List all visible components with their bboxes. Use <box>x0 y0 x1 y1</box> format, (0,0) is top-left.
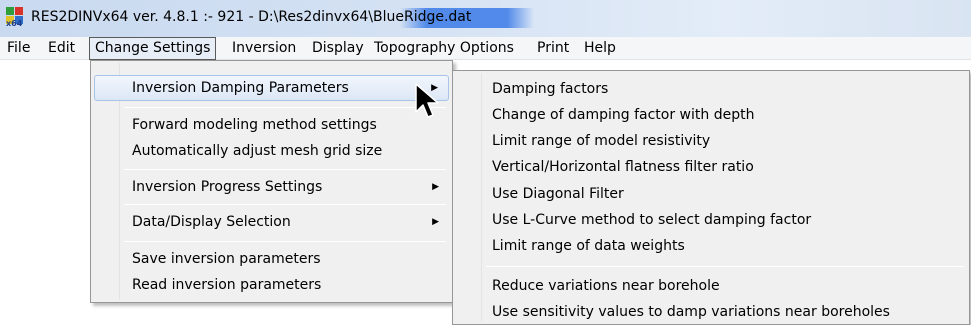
menu-item-inversion-damping-parameters[interactable]: Inversion Damping Parameters ▶ <box>94 75 449 101</box>
menu-print[interactable]: Print <box>532 37 574 60</box>
menu-bar: File Edit Change Settings Inversion Disp… <box>0 37 971 60</box>
menu-separator <box>124 107 446 108</box>
menu-separator <box>486 266 964 267</box>
submenu-item-reduce-variations-borehole[interactable]: Reduce variations near borehole <box>456 273 966 299</box>
submenu-item-sensitivity-damp-boreholes[interactable]: Use sensitivity values to damp variation… <box>456 299 966 325</box>
submenu-item-label: Change of damping factor with depth <box>492 107 755 123</box>
submenu-item-label: Limit range of data weights <box>492 238 685 254</box>
menu-help[interactable]: Help <box>579 37 621 60</box>
submenu-item-label: Use Diagonal Filter <box>492 186 624 202</box>
menu-edit[interactable]: Edit <box>43 37 80 60</box>
menu-item-label: Read inversion parameters <box>132 277 322 293</box>
menu-topography-options[interactable]: Topography Options <box>369 37 519 60</box>
submenu-item-label: Vertical/Horizontal flatness filter rati… <box>492 159 754 175</box>
submenu-item-l-curve-method[interactable]: Use L-Curve method to select damping fac… <box>456 207 966 233</box>
submenu-item-limit-data-weights[interactable]: Limit range of data weights <box>456 233 966 259</box>
menu-item-read-inversion-parameters[interactable]: Read inversion parameters <box>94 272 449 298</box>
window-title: RES2DINVx64 ver. 4.8.1 :- 921 - D:\Res2d… <box>31 9 472 25</box>
menu-change-settings[interactable]: Change Settings <box>89 37 217 60</box>
app-icon[interactable]: x64 <box>6 7 24 28</box>
change-settings-dropdown: Inversion Damping Parameters ▶ Forward m… <box>90 60 453 303</box>
menu-item-label: Data/Display Selection <box>132 214 291 230</box>
submenu-item-label: Use sensitivity values to damp variation… <box>492 304 890 320</box>
menu-item-label: Automatically adjust mesh grid size <box>132 143 383 159</box>
submenu-item-damping-factors[interactable]: Damping factors <box>456 76 966 102</box>
menu-display[interactable]: Display <box>307 37 369 60</box>
menu-separator <box>124 169 446 170</box>
submenu-item-limit-model-resistivity[interactable]: Limit range of model resistivity <box>456 128 966 154</box>
app-icon-label: x64 <box>6 19 23 28</box>
submenu-item-flatness-filter-ratio[interactable]: Vertical/Horizontal flatness filter rati… <box>456 154 966 180</box>
submenu-item-change-damping-with-depth[interactable]: Change of damping factor with depth <box>456 102 966 128</box>
menu-item-automatically-adjust-mesh[interactable]: Automatically adjust mesh grid size <box>94 138 449 164</box>
chevron-right-icon: ▶ <box>432 182 439 192</box>
menu-item-label: Save inversion parameters <box>132 251 321 267</box>
menu-separator <box>124 204 446 205</box>
damping-parameters-submenu: Damping factors Change of damping factor… <box>452 70 970 325</box>
menu-item-label: Inversion Damping Parameters <box>132 80 349 96</box>
submenu-item-label: Use L-Curve method to select damping fac… <box>492 212 812 228</box>
mouse-pointer-icon <box>415 83 439 118</box>
submenu-item-use-diagonal-filter[interactable]: Use Diagonal Filter <box>456 181 966 207</box>
submenu-item-label: Limit range of model resistivity <box>492 133 711 149</box>
menu-separator <box>124 241 446 242</box>
submenu-item-label: Damping factors <box>492 81 609 97</box>
chevron-right-icon: ▶ <box>432 217 439 227</box>
menu-file[interactable]: File <box>2 37 35 60</box>
menu-item-inversion-progress-settings[interactable]: Inversion Progress Settings ▶ <box>94 174 449 200</box>
menu-item-forward-modeling-method-settings[interactable]: Forward modeling method settings <box>94 112 449 138</box>
menu-item-label: Forward modeling method settings <box>132 117 377 133</box>
menu-item-label: Inversion Progress Settings <box>132 179 323 195</box>
menu-item-save-inversion-parameters[interactable]: Save inversion parameters <box>94 246 449 272</box>
submenu-item-label: Reduce variations near borehole <box>492 278 720 294</box>
menu-inversion[interactable]: Inversion <box>227 37 301 60</box>
title-bar: x64 RES2DINVx64 ver. 4.8.1 :- 921 - D:\R… <box>0 0 971 37</box>
menu-item-data-display-selection[interactable]: Data/Display Selection ▶ <box>94 209 449 235</box>
